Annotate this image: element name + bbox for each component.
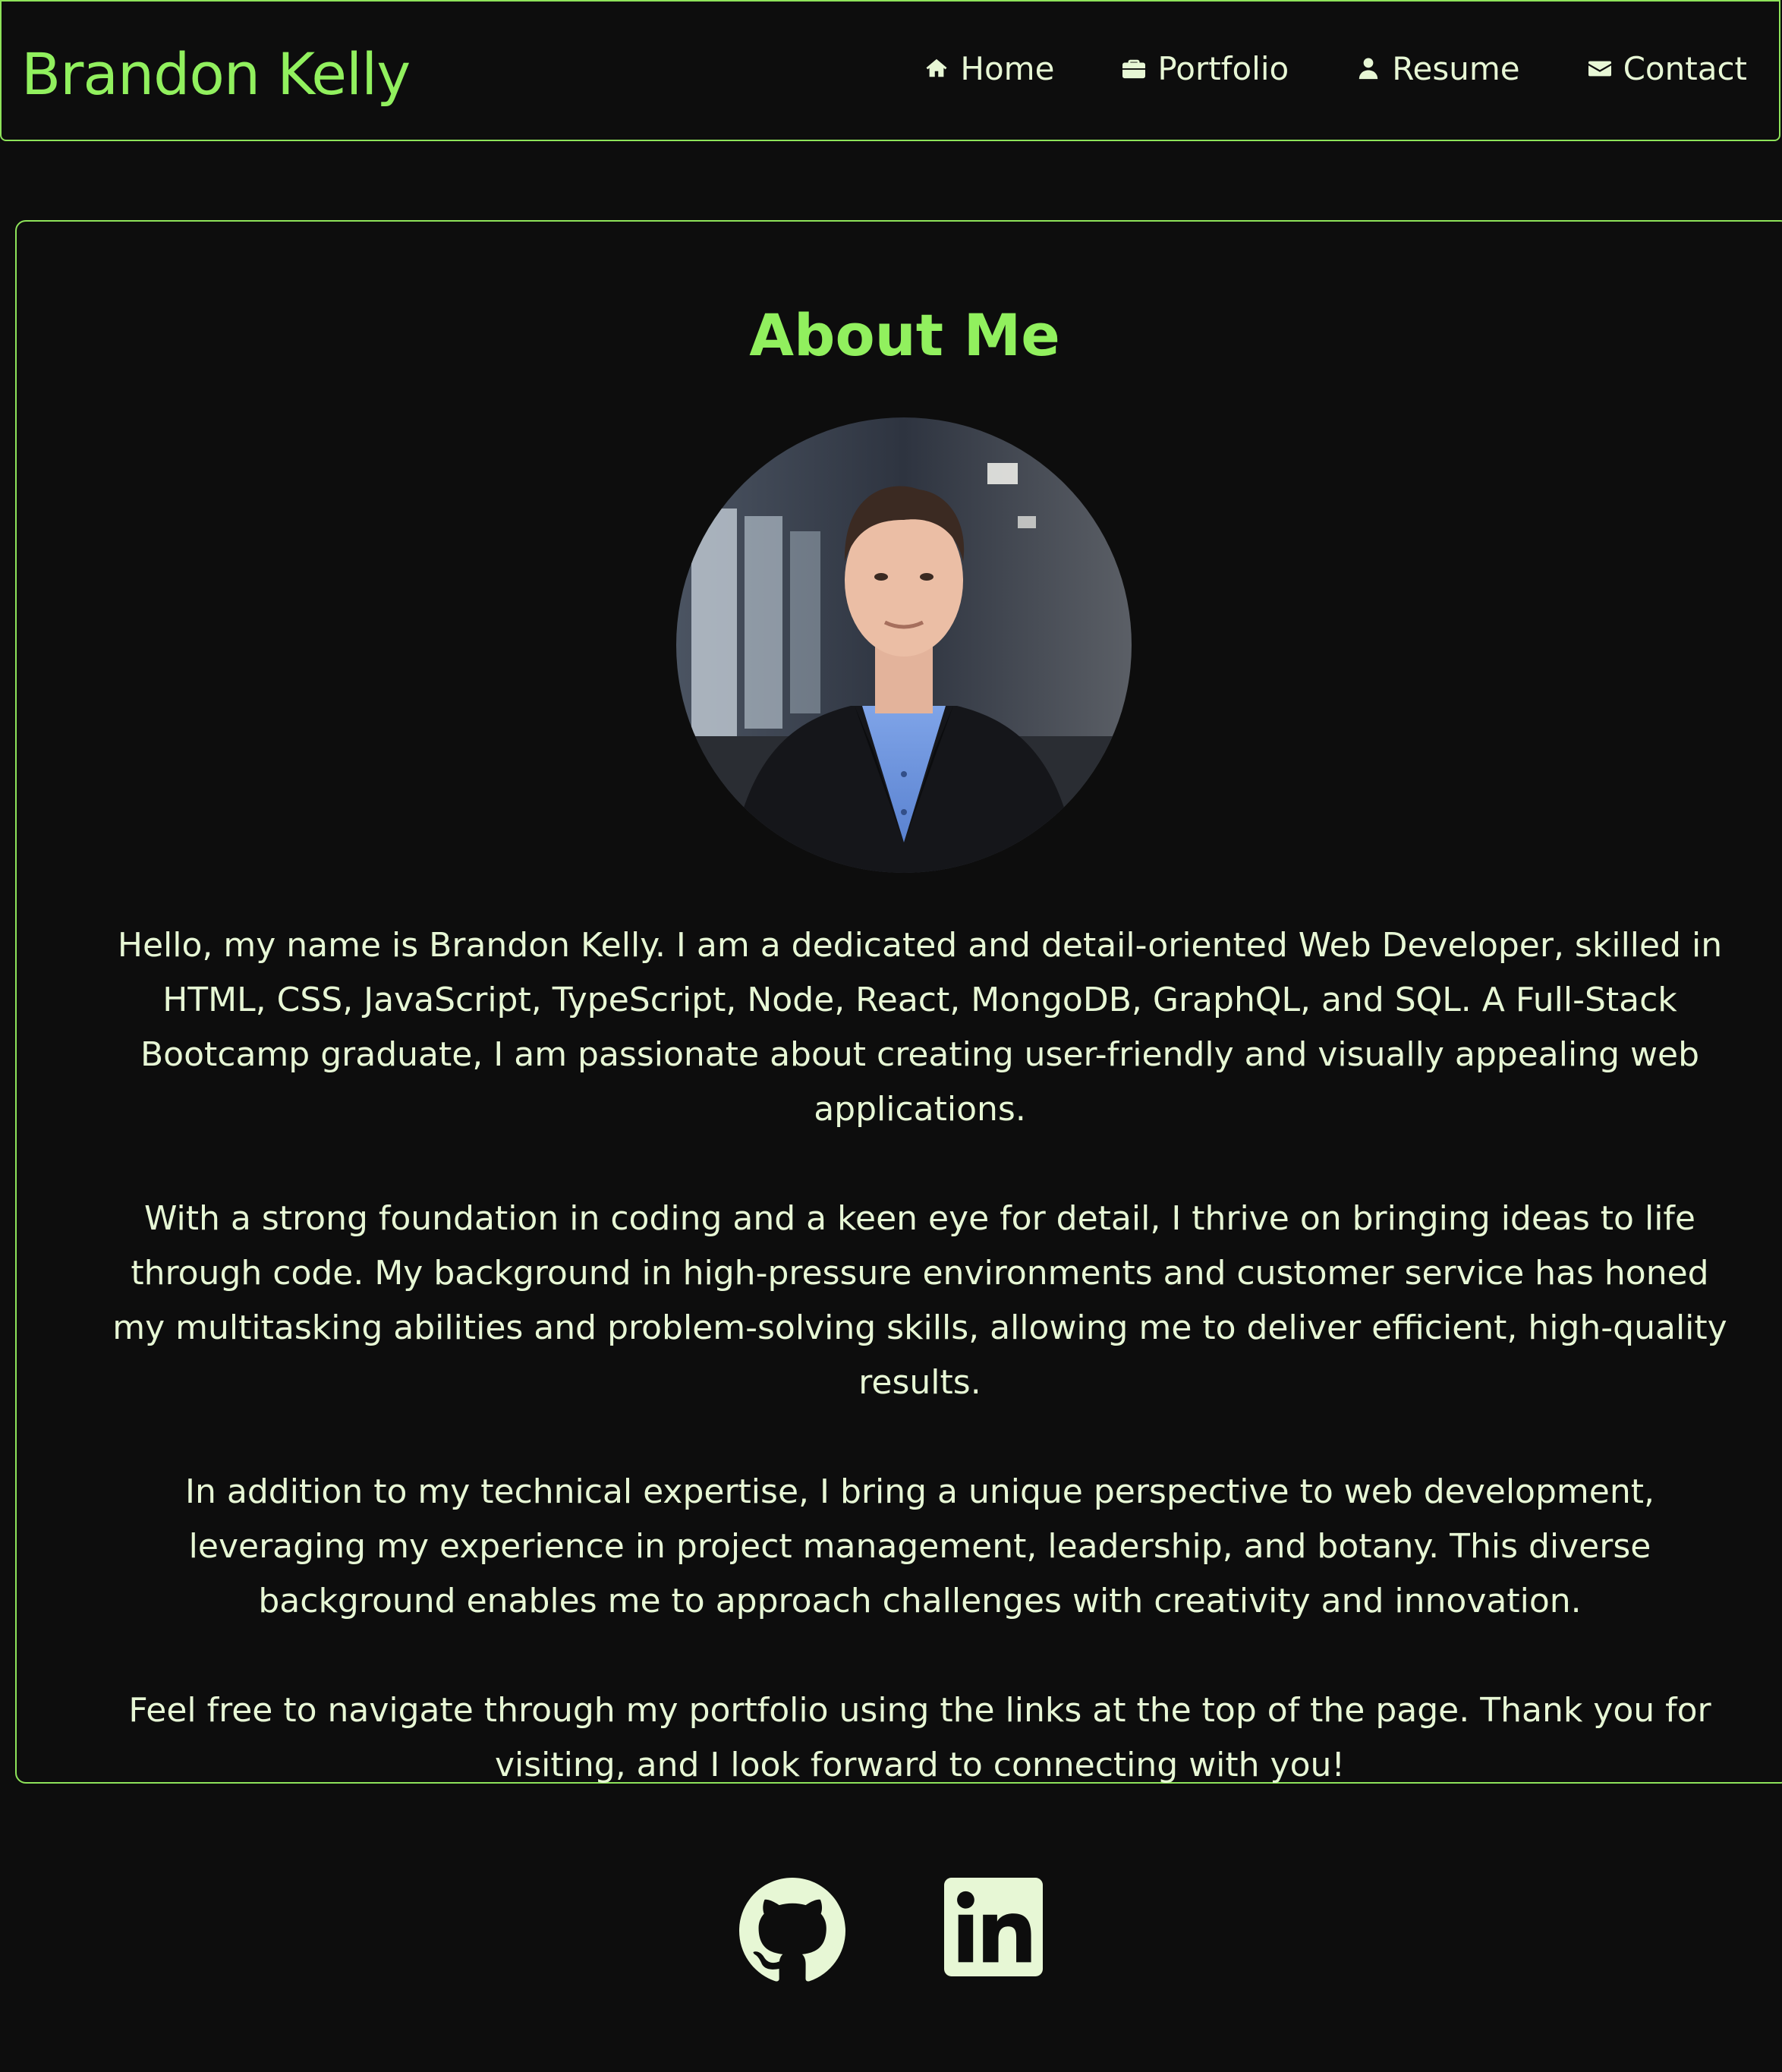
linkedin-link[interactable] bbox=[944, 1878, 1043, 1984]
user-icon bbox=[1357, 50, 1380, 87]
bio-paragraph: Feel free to navigate through my portfol… bbox=[128, 1691, 1711, 1784]
home-icon bbox=[925, 50, 948, 87]
github-link[interactable] bbox=[739, 1878, 845, 1984]
nav-home[interactable]: Home bbox=[925, 50, 1054, 87]
nav-resume-label: Resume bbox=[1392, 50, 1520, 87]
bio-paragraph: Hello, my name is Brandon Kelly. I am a … bbox=[117, 926, 1723, 1129]
bio-paragraph: In addition to my technical expertise, I… bbox=[185, 1472, 1654, 1620]
nav-portfolio[interactable]: Portfolio bbox=[1122, 50, 1289, 87]
bio-paragraph: With a strong foundation in coding and a… bbox=[112, 1199, 1727, 1402]
about-panel: About Me Hello, my name is Brandon Kelly… bbox=[15, 220, 1782, 1784]
about-bio: Hello, my name is Brandon Kelly. I am a … bbox=[108, 918, 1732, 1847]
profile-photo bbox=[676, 417, 1132, 873]
nav-home-label: Home bbox=[960, 50, 1055, 87]
envelope-icon bbox=[1588, 50, 1611, 87]
main-nav: Home Portfolio Resume Contact bbox=[925, 50, 1747, 87]
brand-name[interactable]: Brandon Kelly bbox=[21, 36, 411, 112]
nav-contact[interactable]: Contact bbox=[1588, 50, 1747, 87]
linkedin-icon bbox=[944, 1878, 1043, 1976]
site-header: Brandon Kelly Home Portfolio Resume Cont… bbox=[0, 0, 1780, 141]
about-title: About Me bbox=[749, 301, 1060, 369]
nav-portfolio-label: Portfolio bbox=[1157, 50, 1289, 87]
nav-contact-label: Contact bbox=[1623, 50, 1747, 87]
github-icon bbox=[739, 1878, 845, 1984]
nav-resume[interactable]: Resume bbox=[1357, 50, 1520, 87]
briefcase-icon bbox=[1122, 50, 1146, 87]
social-links bbox=[0, 1878, 1782, 1984]
